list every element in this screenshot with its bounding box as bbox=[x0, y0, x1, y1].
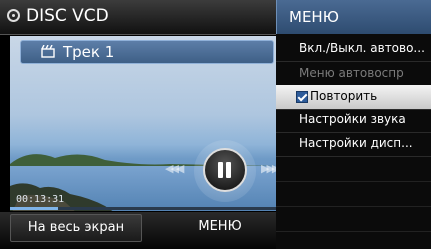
menu-item-label: Меню автовоспр bbox=[299, 66, 404, 80]
menu-item-repeat[interactable]: Повторить bbox=[276, 85, 431, 110]
clapperboard-icon bbox=[41, 45, 55, 58]
menu-title: МЕНЮ bbox=[289, 8, 339, 26]
title-bar: DISC VCD bbox=[0, 0, 276, 35]
menu-empty-row bbox=[276, 182, 431, 207]
menu-item-sound-settings[interactable]: Настройки звука bbox=[276, 108, 431, 133]
vcd-player-screen: DISC VCD Трек 1 ◀◀◀ ▶▶▶ 00:13:31 На весь… bbox=[0, 0, 431, 249]
elapsed-time: 00:13:31 bbox=[16, 194, 65, 205]
progress-fill bbox=[10, 207, 58, 210]
menu-item-display-settings[interactable]: Настройки дисп... bbox=[276, 132, 431, 157]
menu-item-autoplay-menu: Меню автовоспр bbox=[276, 62, 431, 87]
menu-panel: МЕНЮ Вкл./Выкл. автово... Меню автовоспр… bbox=[276, 0, 431, 249]
menu-empty-row bbox=[276, 207, 431, 232]
fullscreen-button[interactable]: На весь экран bbox=[10, 214, 142, 242]
fast-forward-icon[interactable]: ▶▶▶ bbox=[261, 162, 280, 175]
rewind-icon[interactable]: ◀◀◀ bbox=[165, 162, 184, 175]
progress-bar[interactable] bbox=[10, 207, 276, 210]
menu-item-auto-toggle[interactable]: Вкл./Выкл. автово... bbox=[276, 37, 431, 62]
menu-header: МЕНЮ bbox=[276, 0, 431, 34]
menu-button[interactable]: МЕНЮ bbox=[170, 214, 270, 242]
disc-icon bbox=[7, 9, 20, 22]
track-label: Трек 1 bbox=[63, 43, 115, 61]
menu-empty-row bbox=[276, 157, 431, 182]
track-banner: Трек 1 bbox=[20, 40, 274, 64]
menu-item-label: Настройки звука bbox=[299, 112, 406, 126]
menu-item-label: Вкл./Выкл. автово... bbox=[299, 41, 425, 55]
page-title: DISC VCD bbox=[26, 6, 109, 26]
menu-item-label: Повторить bbox=[310, 89, 378, 103]
checkbox-checked-icon[interactable] bbox=[296, 91, 308, 103]
menu-item-label: Настройки дисп... bbox=[299, 136, 413, 150]
pause-icon[interactable] bbox=[203, 148, 247, 192]
